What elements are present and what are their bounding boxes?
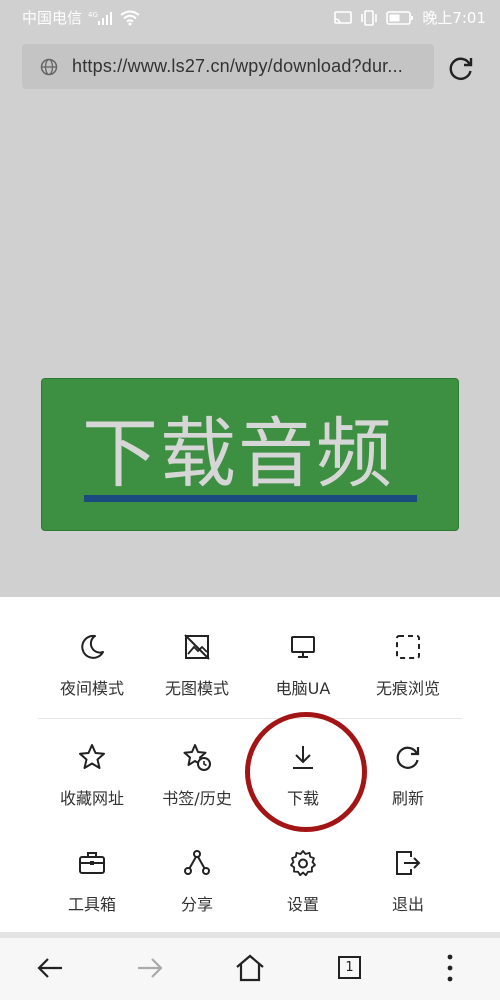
menu-item-bookmarks-history[interactable]: 书签/历史	[144, 743, 250, 823]
link-underline	[84, 495, 417, 502]
menu-item-download[interactable]: 下载	[250, 743, 356, 823]
home-icon[interactable]	[234, 952, 266, 984]
download-icon	[289, 743, 317, 771]
settings-icon	[289, 849, 317, 877]
status-left: 中国电信 4G	[22, 7, 140, 28]
no-image-icon	[183, 633, 211, 661]
menu-item-label: 夜间模式	[59, 679, 124, 698]
status-bar: 中国电信 4G 晚上7:01	[0, 0, 500, 34]
menu-item-exit[interactable]: 退出	[355, 849, 461, 929]
menu-item-toolbox[interactable]: 工具箱	[39, 849, 145, 929]
menu-item-share[interactable]: 分享	[144, 849, 250, 929]
menu-divider	[38, 718, 462, 719]
battery-icon	[386, 10, 414, 26]
reload-icon[interactable]	[446, 53, 476, 83]
tab-count: 1	[338, 956, 361, 979]
menu-item-label: 分享	[180, 895, 213, 914]
incognito-icon	[394, 633, 422, 661]
status-right: 晚上7:01	[334, 7, 486, 28]
forward-arrow-icon[interactable]	[134, 952, 166, 984]
refresh-icon	[394, 743, 422, 771]
tabs-icon[interactable]: 1	[334, 952, 366, 984]
menu-item-label: 退出	[391, 895, 424, 914]
menu-item-add-favorite[interactable]: 收藏网址	[39, 743, 145, 823]
back-arrow-icon[interactable]	[34, 952, 66, 984]
menu-item-label: 刷新	[391, 789, 424, 808]
bookmark-history-icon	[183, 743, 211, 771]
menu-item-label: 工具箱	[67, 895, 116, 914]
bottom-nav: 1	[0, 938, 500, 1000]
cast-icon	[334, 10, 353, 26]
signal-icon: 4G	[88, 10, 114, 26]
toolbox-icon	[78, 849, 106, 877]
menu-item-label: 书签/历史	[162, 789, 232, 808]
menu-item-no-image-mode[interactable]: 无图模式	[144, 633, 250, 713]
exit-icon	[394, 849, 422, 877]
menu-item-label: 电脑UA	[275, 679, 331, 698]
address-bar[interactable]: https://www.ls27.cn/wpy/download?dur...	[22, 44, 434, 89]
download-audio-button[interactable]: 下载音频	[41, 378, 459, 531]
download-audio-label: 下载音频	[82, 409, 394, 498]
browser-menu-panel: 夜间模式 无图模式 电脑UA 无痕浏览 收藏网址 书签/历史 下载 刷新 工具箱…	[0, 597, 500, 932]
menu-item-refresh[interactable]: 刷新	[355, 743, 461, 823]
carrier-label: 中国电信	[22, 9, 83, 27]
menu-item-label: 无痕浏览	[375, 679, 440, 698]
menu-item-label: 下载	[286, 789, 319, 808]
more-icon[interactable]	[434, 952, 466, 984]
menu-item-incognito[interactable]: 无痕浏览	[355, 633, 461, 713]
menu-item-label: 无图模式	[164, 679, 229, 698]
star-icon	[78, 743, 106, 771]
moon-icon	[78, 633, 106, 661]
menu-item-desktop-ua[interactable]: 电脑UA	[250, 633, 356, 713]
globe-icon	[40, 58, 58, 80]
menu-item-label: 设置	[286, 895, 319, 914]
clock: 晚上7:01	[422, 9, 486, 27]
wifi-icon	[120, 10, 140, 26]
url-text[interactable]: https://www.ls27.cn/wpy/download?dur...	[72, 56, 428, 77]
network-type: 4G	[88, 11, 98, 19]
menu-item-settings[interactable]: 设置	[250, 849, 356, 929]
share-icon	[183, 849, 211, 877]
vibrate-icon	[360, 9, 378, 26]
monitor-icon	[289, 633, 317, 661]
menu-item-label: 收藏网址	[59, 789, 124, 808]
menu-item-night-mode[interactable]: 夜间模式	[39, 633, 145, 713]
